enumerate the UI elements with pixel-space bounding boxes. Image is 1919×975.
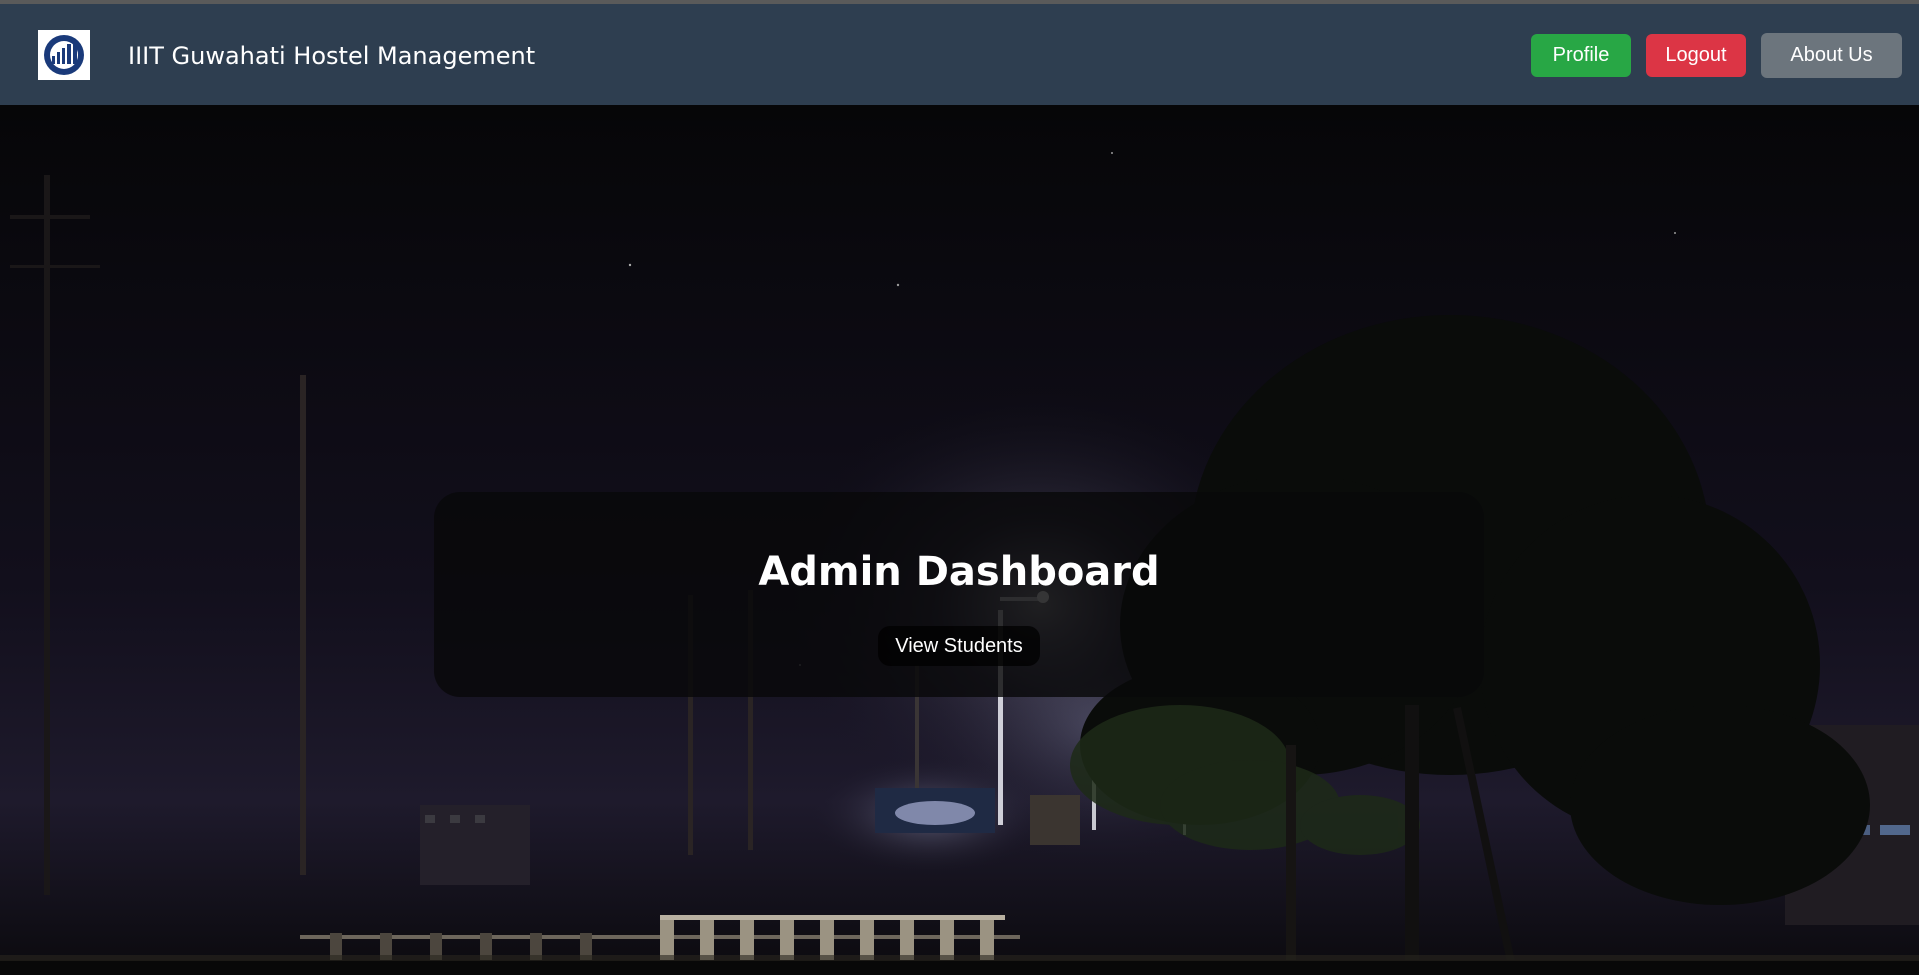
brand-title[interactable]: IIIT Guwahati Hostel Management — [128, 38, 535, 74]
about-us-button[interactable]: About Us — [1761, 33, 1902, 78]
profile-button[interactable]: Profile — [1531, 34, 1631, 77]
page-title: Admin Dashboard — [758, 549, 1160, 595]
navbar: IIIT Guwahati Hostel Management Profile … — [0, 4, 1919, 105]
view-students-button[interactable]: View Students — [878, 626, 1040, 666]
institute-logo-icon[interactable] — [38, 30, 90, 80]
hero-background-image: Admin Dashboard View Students — [0, 105, 1919, 975]
logout-button[interactable]: Logout — [1646, 34, 1746, 77]
dashboard-card: Admin Dashboard View Students — [434, 492, 1484, 697]
